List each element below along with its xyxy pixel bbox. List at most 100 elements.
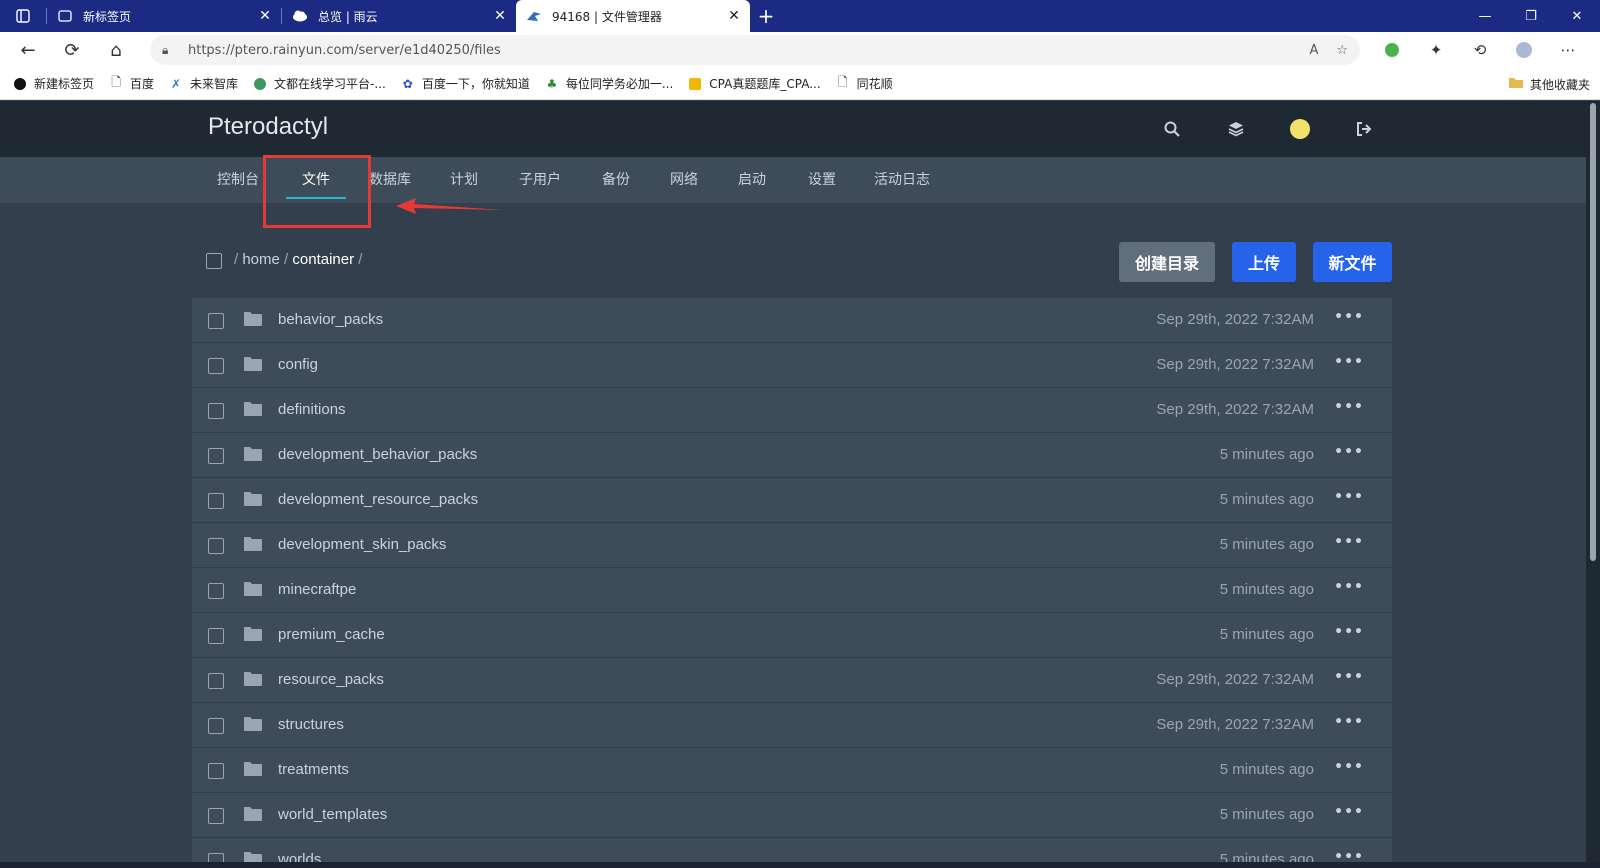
lock-icon[interactable]: 🔒︎ (162, 43, 182, 58)
extensions-puzzle-icon[interactable]: ✦ (1414, 41, 1458, 59)
logout-icon[interactable] (1332, 101, 1396, 157)
file-checkbox[interactable] (208, 763, 224, 779)
file-actions-more-icon[interactable]: ••• (1334, 759, 1364, 775)
file-row[interactable]: definitions Sep 29th, 2022 7:32AM ••• (192, 388, 1392, 433)
bookmark-item[interactable]: 🗋 同花顺 (835, 75, 893, 92)
refresh-icon[interactable]: ⟳ (50, 32, 94, 68)
file-checkbox[interactable] (208, 313, 224, 329)
create-directory-button[interactable]: 创建目录 (1119, 242, 1215, 282)
tab-startup[interactable]: 启动 (722, 157, 782, 203)
tab-actions-icon[interactable] (0, 0, 46, 32)
file-row[interactable]: development_behavior_packs 5 minutes ago •… (192, 433, 1392, 478)
brand-logo[interactable]: Pterodactyl (208, 113, 328, 141)
scrollbar-thumb[interactable] (1590, 103, 1596, 561)
tab-backups[interactable]: 备份 (586, 157, 646, 203)
close-icon[interactable]: ✕ (726, 8, 742, 24)
file-name[interactable]: world_templates (278, 806, 387, 823)
upload-button[interactable]: 上传 (1232, 242, 1296, 282)
file-actions-more-icon[interactable]: ••• (1334, 579, 1364, 595)
file-actions-more-icon[interactable]: ••• (1334, 399, 1364, 415)
file-checkbox[interactable] (208, 673, 224, 689)
file-name[interactable]: definitions (278, 401, 346, 418)
file-checkbox[interactable] (208, 538, 224, 554)
other-bookmarks[interactable]: 其他收藏夹 (1508, 68, 1590, 100)
file-name[interactable]: minecraftpe (278, 581, 356, 598)
file-row[interactable]: behavior_packs Sep 29th, 2022 7:32AM ••• (192, 298, 1392, 343)
bookmark-item[interactable]: 文都在线学习平台-... (252, 75, 386, 92)
bookmark-item[interactable]: CPA真题题库_CPA... (687, 75, 821, 92)
browser-tab-file-manager[interactable]: 94168 | 文件管理器 ✕ (516, 0, 750, 32)
back-arrow-icon[interactable]: ← (6, 32, 50, 68)
file-actions-more-icon[interactable]: ••• (1334, 534, 1364, 550)
file-actions-more-icon[interactable]: ••• (1334, 489, 1364, 505)
file-actions-more-icon[interactable]: ••• (1334, 354, 1364, 370)
file-name[interactable]: development_behavior_packs (278, 446, 477, 463)
read-aloud-icon[interactable]: A (1309, 43, 1318, 58)
more-menu-icon[interactable]: ⋯ (1546, 41, 1590, 59)
file-actions-more-icon[interactable]: ••• (1334, 444, 1364, 460)
close-icon[interactable]: ✕ (492, 8, 508, 24)
bookmark-item[interactable]: ✿ 百度一下，你就知道 (400, 75, 530, 92)
file-actions-more-icon[interactable]: ••• (1334, 714, 1364, 730)
file-actions-more-icon[interactable]: ••• (1334, 624, 1364, 640)
file-row[interactable]: treatments 5 minutes ago ••• (192, 748, 1392, 793)
file-checkbox[interactable] (208, 628, 224, 644)
file-name[interactable]: premium_cache (278, 626, 385, 643)
home-icon[interactable]: ⌂ (94, 32, 138, 68)
page-scrollbar[interactable] (1586, 101, 1600, 868)
breadcrumb-current[interactable]: container (292, 251, 354, 268)
tab-console[interactable]: 控制台 (208, 157, 268, 203)
bookmark-item[interactable]: ✗ 未来智库 (168, 75, 238, 92)
search-icon[interactable] (1140, 101, 1204, 157)
file-row[interactable]: minecraftpe 5 minutes ago ••• (192, 568, 1392, 613)
new-file-button[interactable]: 新文件 (1313, 242, 1392, 282)
file-checkbox[interactable] (208, 448, 224, 464)
file-checkbox[interactable] (208, 493, 224, 509)
file-name[interactable]: resource_packs (278, 671, 384, 688)
file-checkbox[interactable] (208, 808, 224, 824)
bookmark-item[interactable]: 新建标签页 (12, 75, 94, 92)
file-checkbox[interactable] (208, 403, 224, 419)
file-actions-more-icon[interactable]: ••• (1334, 669, 1364, 685)
favorite-star-icon[interactable]: ☆ (1336, 43, 1348, 58)
file-row[interactable]: resource_packs Sep 29th, 2022 7:32AM ••• (192, 658, 1392, 703)
file-actions-more-icon[interactable]: ••• (1334, 309, 1364, 325)
extension-green-icon[interactable] (1370, 41, 1414, 59)
new-tab-plus-icon[interactable]: + (750, 0, 782, 32)
breadcrumb-home[interactable]: home (242, 251, 280, 268)
file-checkbox[interactable] (208, 583, 224, 599)
restore-icon[interactable]: ❐ (1508, 0, 1554, 32)
file-name[interactable]: behavior_packs (278, 311, 383, 328)
tab-subusers[interactable]: 子用户 (510, 157, 570, 203)
select-all-checkbox[interactable] (206, 253, 222, 269)
file-row[interactable]: world_templates 5 minutes ago ••• (192, 793, 1392, 838)
address-bar[interactable]: 🔒︎ https://ptero.rainyun.com/server/e1d4… (150, 35, 1360, 65)
file-name[interactable]: structures (278, 716, 344, 733)
file-row[interactable]: premium_cache 5 minutes ago ••• (192, 613, 1392, 658)
profile-avatar-icon[interactable] (1502, 41, 1546, 59)
file-row[interactable]: development_resource_packs 5 minutes ago •… (192, 478, 1392, 523)
file-checkbox[interactable] (208, 718, 224, 734)
bookmark-item[interactable]: ♣ 每位同学务必加一... (544, 75, 673, 92)
file-row[interactable]: config Sep 29th, 2022 7:32AM ••• (192, 343, 1392, 388)
file-actions-more-icon[interactable]: ••• (1334, 804, 1364, 820)
window-close-icon[interactable]: ✕ (1554, 0, 1600, 32)
file-checkbox[interactable] (208, 358, 224, 374)
user-avatar[interactable] (1268, 101, 1332, 157)
tab-activity-log[interactable]: 活动日志 (862, 157, 942, 203)
file-row[interactable]: development_skin_packs 5 minutes ago ••• (192, 523, 1392, 568)
file-name[interactable]: development_resource_packs (278, 491, 478, 508)
browser-tab-newtab[interactable]: 新标签页 ✕ (47, 0, 281, 32)
file-row[interactable]: structures Sep 29th, 2022 7:32AM ••• (192, 703, 1392, 748)
history-icon[interactable]: ⟲ (1458, 41, 1502, 59)
minimize-icon[interactable]: — (1462, 0, 1508, 32)
file-name[interactable]: treatments (278, 761, 349, 778)
file-name[interactable]: config (278, 356, 318, 373)
browser-tab-rainyun[interactable]: 总览 | 雨云 ✕ (282, 0, 516, 32)
tab-settings[interactable]: 设置 (792, 157, 852, 203)
file-name[interactable]: development_skin_packs (278, 536, 446, 553)
layers-icon[interactable] (1204, 101, 1268, 157)
close-icon[interactable]: ✕ (257, 8, 273, 24)
tab-network[interactable]: 网络 (654, 157, 714, 203)
bookmark-item[interactable]: 🗋 百度 (108, 75, 154, 92)
